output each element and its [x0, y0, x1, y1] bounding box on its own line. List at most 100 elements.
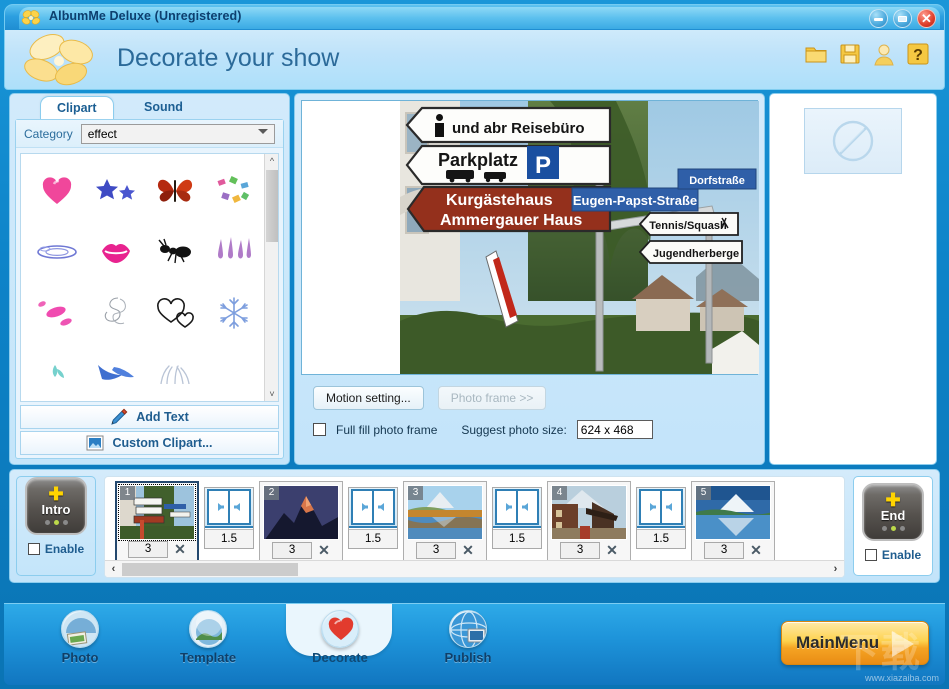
suggest-size-value[interactable]: 624 x 468 — [577, 420, 653, 439]
bottom-navigation: Photo Template Decorate — [4, 603, 945, 685]
clipart-item[interactable] — [86, 282, 145, 343]
intro-section: ✚ Intro Enable — [16, 476, 96, 576]
category-select[interactable]: effect — [81, 124, 275, 144]
slide-item[interactable]: 1 3 ✕ — [115, 481, 199, 563]
clipart-item — [205, 343, 264, 402]
delete-slide-icon[interactable]: ✕ — [606, 543, 618, 557]
delete-slide-icon[interactable]: ✕ — [174, 542, 186, 556]
slide-thumbnail[interactable]: 5 — [695, 485, 771, 540]
transition-duration[interactable]: 1.5 — [349, 529, 397, 548]
tv-dots — [45, 520, 68, 525]
save-disk-icon[interactable] — [838, 42, 862, 66]
photo-canvas[interactable]: und abr Reisebüro Parkplatz P Kurgästeha… — [301, 100, 758, 375]
clipart-grid-container: ^ ˅ — [20, 153, 279, 402]
help-question-icon[interactable]: ? — [906, 42, 930, 66]
clipart-item[interactable] — [146, 282, 205, 343]
svg-text:Jugendherberge: Jugendherberge — [653, 248, 739, 260]
image-icon — [86, 434, 104, 452]
transition-item[interactable]: 1.5 — [492, 487, 542, 549]
category-row: Category effect — [16, 120, 283, 148]
confetti-clipart — [214, 174, 254, 208]
application-window: AlbumMe Deluxe (Unregistered) ✕ Decorate… — [0, 0, 949, 689]
slide-item[interactable]: 4 3 ✕ — [547, 481, 631, 563]
scrollbar-thumb[interactable] — [266, 170, 278, 242]
pink-lips-clipart — [99, 237, 133, 267]
svg-text:P: P — [535, 152, 551, 179]
end-label: End — [881, 508, 906, 523]
slide-controls: 3 ✕ — [407, 541, 483, 559]
suggest-size-label: Suggest photo size: — [461, 423, 566, 437]
slide-controls: 3 ✕ — [551, 541, 627, 559]
transition-item[interactable]: 1.5 — [348, 487, 398, 549]
clipart-item[interactable] — [205, 221, 264, 282]
nav-item-decorate[interactable]: Decorate — [292, 610, 388, 668]
slide-thumbnail[interactable]: 2 — [263, 485, 339, 540]
page-title: Decorate your show — [117, 44, 339, 73]
intro-button[interactable]: ✚ Intro — [25, 477, 87, 535]
clipart-item[interactable] — [86, 343, 145, 402]
scroll-up-icon[interactable]: ^ — [265, 154, 279, 168]
slide-thumbnail[interactable]: 4 — [551, 485, 627, 540]
tab-clipart[interactable]: Clipart — [40, 96, 114, 119]
slide-item[interactable]: 5 3 ✕ — [691, 481, 775, 563]
slides-track[interactable]: 1 3 ✕ — [104, 476, 845, 578]
clipart-item[interactable] — [86, 160, 145, 221]
end-button[interactable]: ✚ End — [862, 483, 924, 541]
clipart-item[interactable] — [27, 282, 86, 343]
custom-clipart-button[interactable]: Custom Clipart... — [20, 431, 279, 455]
transition-duration[interactable]: 1.5 — [637, 529, 685, 548]
clipart-scrollbar[interactable]: ^ ˅ — [264, 154, 278, 401]
transition-item[interactable]: 1.5 — [204, 487, 254, 549]
nav-item-photo[interactable]: Photo — [32, 610, 128, 668]
photo-frame-button: Photo frame >> — [438, 386, 547, 410]
slide-item[interactable]: 3 3 ✕ — [403, 481, 487, 563]
slide-duration[interactable]: 3 — [704, 542, 744, 559]
clipart-item[interactable] — [146, 160, 205, 221]
slide-thumbnail[interactable]: 1 — [119, 485, 195, 540]
intro-enable-row[interactable]: Enable — [28, 542, 84, 556]
clipart-item[interactable] — [205, 160, 264, 221]
slide-thumbnail[interactable]: 3 — [407, 485, 483, 540]
clipart-item[interactable] — [27, 160, 86, 221]
intro-enable-checkbox[interactable] — [28, 543, 40, 555]
transition-duration[interactable]: 1.5 — [493, 529, 541, 548]
slide-duration[interactable]: 3 — [272, 542, 312, 559]
end-enable-row[interactable]: Enable — [865, 548, 921, 562]
clipart-item[interactable] — [27, 221, 86, 282]
nav-item-publish[interactable]: Publish — [420, 610, 516, 668]
transition-duration[interactable]: 1.5 — [205, 529, 253, 548]
clipart-item[interactable] — [27, 343, 86, 402]
filmstrip-scroll-thumb[interactable] — [122, 563, 298, 576]
delete-slide-icon[interactable]: ✕ — [318, 543, 330, 557]
preview-photo[interactable]: und abr Reisebüro Parkplatz P Kurgästeha… — [400, 101, 759, 374]
motion-setting-button[interactable]: Motion setting... — [313, 386, 424, 410]
close-button[interactable]: ✕ — [917, 9, 936, 28]
nav-item-template[interactable]: Template — [160, 610, 256, 668]
add-text-button[interactable]: Add Text — [20, 405, 279, 429]
clipart-item[interactable] — [205, 282, 264, 343]
clipart-item[interactable] — [146, 343, 205, 402]
delete-slide-icon[interactable]: ✕ — [462, 543, 474, 557]
slide-duration[interactable]: 3 — [416, 542, 456, 559]
scroll-right-icon[interactable]: › — [827, 561, 844, 578]
heart-orb-icon — [321, 610, 359, 648]
category-value: effect — [88, 127, 117, 141]
delete-slide-icon[interactable]: ✕ — [750, 543, 762, 557]
clipart-item[interactable] — [86, 221, 145, 282]
scroll-down-icon[interactable]: ˅ — [265, 387, 279, 401]
user-account-icon[interactable] — [872, 42, 896, 66]
scroll-left-icon[interactable]: ‹ — [105, 561, 122, 578]
minimize-button[interactable] — [869, 9, 888, 28]
maximize-button[interactable] — [893, 9, 912, 28]
slide-duration[interactable]: 3 — [560, 542, 600, 559]
end-enable-checkbox[interactable] — [865, 549, 877, 561]
slide-number: 2 — [264, 486, 279, 500]
full-fill-checkbox[interactable] — [313, 423, 326, 436]
clipart-item[interactable] — [146, 221, 205, 282]
slide-item[interactable]: 2 3 ✕ — [259, 481, 343, 563]
tab-sound[interactable]: Sound — [128, 96, 199, 119]
transition-item[interactable]: 1.5 — [636, 487, 686, 549]
open-folder-icon[interactable] — [804, 42, 828, 66]
slide-duration[interactable]: 3 — [128, 541, 168, 558]
filmstrip-scrollbar[interactable]: ‹ › — [105, 560, 844, 577]
